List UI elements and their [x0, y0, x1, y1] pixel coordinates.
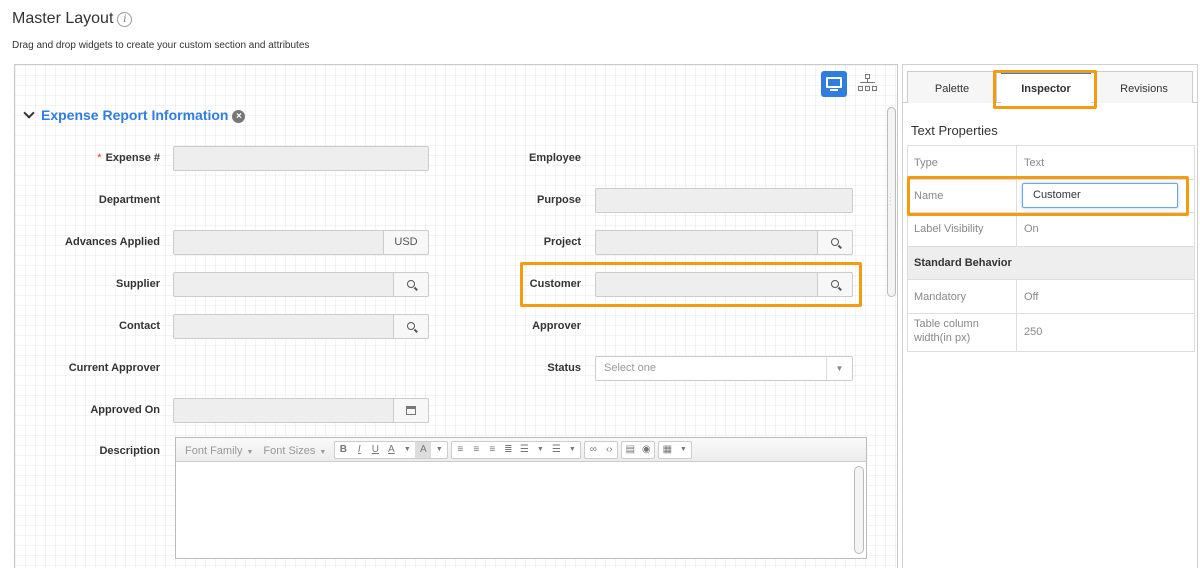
background-color-button[interactable]: A — [415, 441, 432, 458]
calendar-icon — [406, 406, 416, 415]
background-color-dropdown-icon[interactable]: ▼ — [431, 442, 447, 458]
numbered-list-dropdown-icon[interactable]: ▼ — [564, 442, 580, 458]
underline-button[interactable]: U — [367, 442, 383, 458]
editor-scrollbar[interactable] — [854, 466, 864, 554]
font-color-dropdown-icon[interactable]: ▼ — [399, 442, 415, 458]
column-width-value[interactable]: 250 — [1024, 326, 1042, 338]
search-icon — [831, 238, 839, 246]
align-right-icon[interactable]: ≡ — [484, 442, 500, 458]
align-justify-icon[interactable]: ≣ — [500, 442, 516, 458]
font-sizes-dropdown[interactable]: Font Sizes ▼ — [258, 441, 331, 459]
name-property-highlight — [907, 176, 1189, 216]
section-title: Expense Report Information — [41, 107, 229, 123]
canvas-scrollbar[interactable] — [885, 65, 897, 568]
tab-palette[interactable]: Palette — [907, 71, 997, 103]
chevron-down-icon[interactable]: ▼ — [826, 357, 852, 380]
approved-on-label: Approved On — [90, 404, 160, 416]
purpose-input[interactable] — [595, 188, 853, 213]
purpose-label: Purpose — [536, 194, 581, 206]
prop-row-type: Type Text — [907, 146, 1195, 180]
expense-number-input[interactable] — [173, 146, 429, 171]
tab-revisions[interactable]: Revisions — [1095, 71, 1193, 103]
hierarchy-view-icon[interactable] — [855, 71, 881, 97]
advances-applied-input[interactable]: USD — [173, 230, 429, 255]
employee-label: Employee — [529, 152, 581, 164]
text-properties-heading: Text Properties — [911, 123, 998, 138]
chevron-down-icon[interactable] — [23, 107, 35, 119]
search-icon — [407, 280, 415, 288]
page-title: Master Layout i — [12, 10, 133, 28]
standard-behavior-header: Standard Behavior — [907, 247, 1195, 280]
department-label: Department — [98, 194, 160, 206]
project-label: Project — [543, 236, 581, 248]
status-placeholder: Select one — [604, 362, 656, 374]
inspector-panel: Palette Inspector Revisions Text Propert… — [902, 64, 1198, 568]
project-search-button[interactable] — [817, 230, 853, 255]
prop-row-mandatory: Mandatory Off — [907, 280, 1195, 314]
description-editor[interactable]: Font Family ▼ Font Sizes ▼ B I U A ▼ A ▼ ≡… — [175, 437, 867, 559]
status-label: Status — [547, 362, 581, 374]
italic-button[interactable]: I — [351, 442, 367, 458]
required-marker: * — [97, 152, 102, 164]
desktop-view-icon[interactable] — [821, 71, 847, 97]
contact-search-button[interactable] — [393, 314, 429, 339]
supplier-search-button[interactable] — [393, 272, 429, 297]
prop-row-label-visibility: Label Visibility On — [907, 213, 1195, 247]
font-color-button[interactable]: A — [383, 442, 399, 458]
mandatory-value[interactable]: Off — [1024, 291, 1038, 303]
remove-section-icon[interactable]: × — [232, 110, 246, 123]
approver-label: Approver — [532, 320, 581, 332]
bullet-list-dropdown-icon[interactable]: ▼ — [532, 442, 548, 458]
customer-highlight — [520, 262, 862, 307]
table-dropdown-icon[interactable]: ▼ — [675, 442, 691, 458]
supplier-label: Supplier — [115, 278, 160, 290]
currency-addon: USD — [383, 230, 429, 255]
align-left-icon[interactable]: ≡ — [452, 442, 468, 458]
inspector-tab-highlight — [993, 70, 1097, 109]
numbered-list-icon[interactable]: ☰ — [548, 442, 564, 458]
supplier-input[interactable] — [173, 272, 429, 297]
description-label: Description — [99, 445, 160, 457]
preview-icon[interactable]: ◉ — [638, 442, 654, 458]
code-icon[interactable]: ‹› — [601, 442, 617, 458]
contact-label: Contact — [119, 320, 160, 332]
approved-on-input[interactable] — [173, 398, 429, 423]
print-icon[interactable]: ▤ — [622, 442, 638, 458]
search-icon — [407, 322, 415, 330]
page-title-text: Master Layout — [12, 10, 114, 27]
page-subtitle: Drag and drop widgets to create your cus… — [12, 40, 310, 51]
layout-canvas[interactable]: Expense Report Information × * Expense # E… — [14, 64, 898, 568]
info-icon[interactable]: i — [117, 12, 133, 27]
advances-label: Advances Applied — [65, 236, 160, 248]
status-select[interactable]: Select one ▼ — [595, 356, 853, 381]
date-picker-button[interactable] — [393, 398, 429, 423]
prop-row-column-width: Table column width(in px) 250 — [907, 314, 1195, 352]
table-icon[interactable]: ▦ — [659, 442, 675, 458]
label-visibility-value[interactable]: On — [1024, 223, 1039, 235]
project-input[interactable] — [595, 230, 853, 255]
editor-toolbar: Font Family ▼ Font Sizes ▼ B I U A ▼ A ▼ ≡… — [176, 438, 866, 462]
bold-button[interactable]: B — [335, 442, 351, 458]
font-family-dropdown[interactable]: Font Family ▼ — [180, 441, 258, 459]
section-header[interactable]: Expense Report Information × — [23, 107, 246, 123]
expense-label: * Expense # — [97, 152, 160, 164]
current-approver-label: Current Approver — [68, 362, 160, 374]
panel-splitter-handle[interactable]: :: — [889, 192, 895, 214]
link-icon[interactable]: ∞ — [585, 442, 601, 458]
contact-input[interactable] — [173, 314, 429, 339]
align-center-icon[interactable]: ≡ — [468, 442, 484, 458]
bullet-list-icon[interactable]: ☰ — [516, 442, 532, 458]
